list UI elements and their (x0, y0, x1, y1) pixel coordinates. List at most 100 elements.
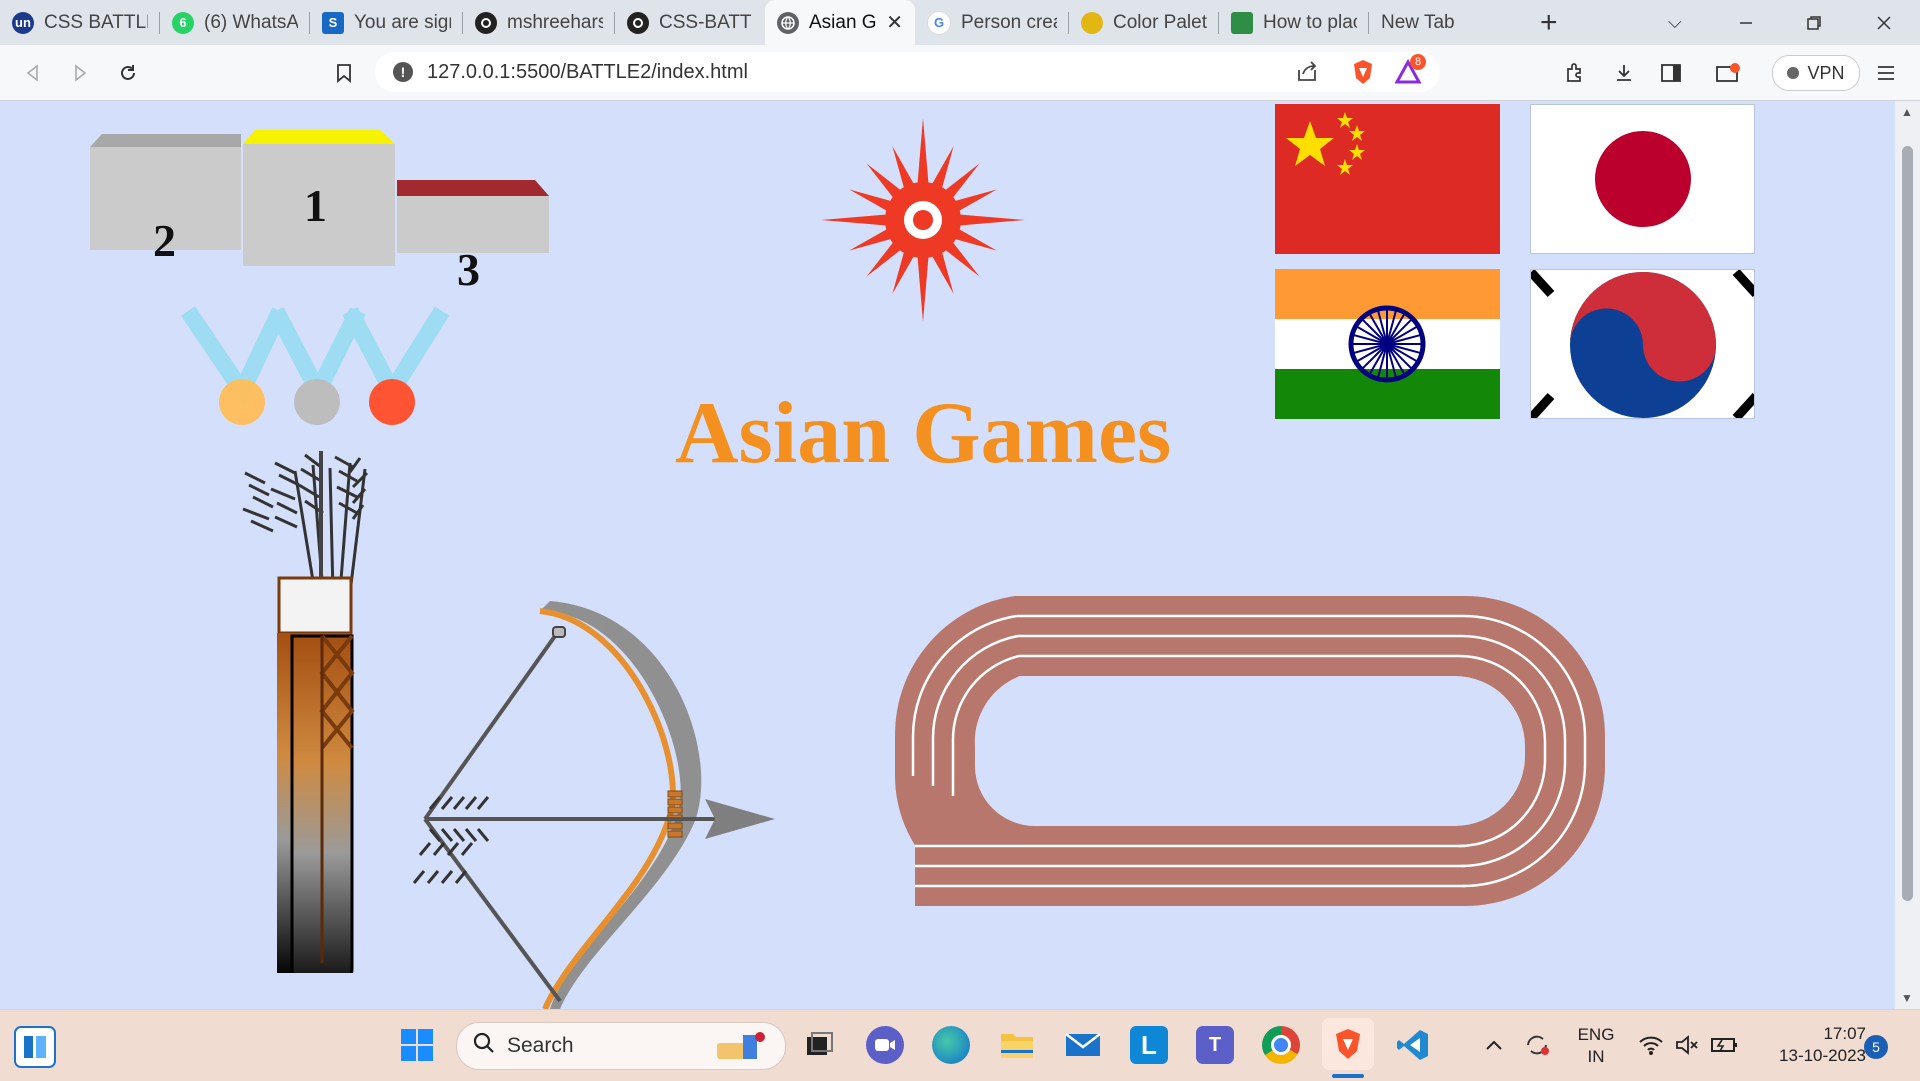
extensions-icon[interactable] (1557, 55, 1593, 91)
tray-overflow-chevron-icon[interactable] (1475, 1026, 1513, 1064)
vpn-status-icon (1787, 67, 1800, 79)
restore-icon[interactable] (1806, 0, 1822, 45)
tab-color-palette[interactable]: Color Palette (1069, 0, 1219, 45)
medals (180, 306, 450, 425)
share-icon[interactable] (1295, 60, 1319, 89)
india-flag (1275, 269, 1500, 419)
windows-taskbar: Search L T ENG IN 17:07 13-10-2023 5 (0, 1009, 1920, 1081)
tab-search-chevron-icon[interactable]: ⌵ (1668, 0, 1682, 45)
active-app-indicator (1332, 1074, 1364, 1078)
language-indicator[interactable]: ENG IN (1574, 1024, 1618, 1068)
tab-title: (6) WhatsApp (204, 11, 298, 33)
clock[interactable]: 17:07 13-10-2023 (1756, 1023, 1866, 1067)
clock-date: 13-10-2023 (1779, 1046, 1866, 1065)
unstop-icon: un (12, 11, 34, 34)
task-view-icon[interactable] (800, 1026, 838, 1064)
bronze-medal-icon (369, 379, 415, 425)
back-icon[interactable] (15, 55, 51, 91)
china-flag (1275, 104, 1500, 254)
close-tab-icon[interactable]: ✕ (886, 10, 903, 35)
page-title: Asian Games (675, 385, 1172, 482)
tab-title: Asian G (809, 11, 877, 33)
tab-whatsapp[interactable]: 6 (6) WhatsApp (160, 0, 310, 45)
bookmark-icon[interactable] (326, 55, 362, 91)
l-app-icon[interactable]: L (1130, 1026, 1168, 1064)
palette-icon (1081, 11, 1103, 34)
brave-taskbar-icon[interactable] (1322, 1018, 1374, 1070)
tab-strip: un CSS BATTLE 6 (6) WhatsApp S You are s… (0, 0, 1920, 45)
gold-medal-icon (219, 379, 265, 425)
search-placeholder: Search (507, 1034, 574, 1057)
tab-title: How to plac (1263, 11, 1357, 33)
notification-badge[interactable]: 5 (1864, 1035, 1888, 1059)
widgets-icon[interactable] (14, 1026, 56, 1068)
url-text[interactable]: 127.0.0.1:5500/BATTLE2/index.html (427, 61, 748, 84)
start-icon[interactable] (398, 1026, 436, 1064)
clock-time: 17:07 (1823, 1024, 1866, 1043)
taskbar-search[interactable]: Search (456, 1022, 786, 1070)
mail-icon[interactable] (1064, 1026, 1102, 1064)
tab-github-repo[interactable]: CSS-BATTLE (615, 0, 765, 45)
korea-flag (1530, 269, 1755, 419)
running-track-icon (895, 596, 1605, 906)
podium-third-label: 3 (457, 244, 480, 295)
wifi-icon[interactable] (1632, 1026, 1670, 1064)
new-tab-button[interactable]: + (1540, 0, 1558, 45)
quiver-icon (242, 451, 369, 973)
chrome-icon[interactable] (1262, 1026, 1300, 1064)
tab-person-create[interactable]: G Person creat (915, 0, 1069, 45)
s-icon: S (322, 11, 344, 34)
tab-asian-games[interactable]: Asian G ✕ (765, 0, 915, 45)
scroll-up-icon[interactable]: ▲ (1901, 105, 1913, 119)
region-code: IN (1587, 1047, 1605, 1066)
podium-second-label: 2 (153, 215, 176, 266)
gfg-icon (1231, 11, 1253, 34)
reload-icon[interactable] (110, 55, 146, 91)
tab-new-tab[interactable]: New Tab (1369, 0, 1519, 45)
tab-title: Person creat (961, 11, 1057, 33)
tab-github-profile[interactable]: mshreeharsh (463, 0, 615, 45)
rewards-badge: 8 (1410, 54, 1426, 70)
teams-icon[interactable]: T (1196, 1026, 1234, 1064)
forward-icon[interactable] (62, 55, 98, 91)
tab-signed[interactable]: S You are signed (310, 0, 463, 45)
scroll-down-icon[interactable]: ▼ (1901, 991, 1913, 1005)
github-icon (627, 11, 649, 34)
sidebar-icon[interactable] (1653, 55, 1689, 91)
bow-and-arrow-icon (412, 601, 775, 1009)
tab-how-to-place[interactable]: How to plac (1219, 0, 1369, 45)
github-icon (475, 11, 497, 34)
page-scrollbar[interactable]: ▲ ▼ (1895, 101, 1920, 1009)
vpn-button[interactable]: VPN (1772, 55, 1860, 91)
download-icon[interactable] (1606, 55, 1642, 91)
battery-icon[interactable] (1706, 1026, 1744, 1064)
tab-title: Color Palette (1113, 11, 1207, 33)
tab-title: mshreeharsh (507, 11, 603, 33)
globe-icon (777, 11, 799, 34)
japan-flag (1530, 104, 1755, 254)
tab-title: You are signed (354, 11, 451, 33)
podium-first-label: 1 (304, 180, 327, 231)
google-icon: G (927, 10, 951, 35)
page-canvas: 2 1 3 Asian Games (0, 101, 1895, 1009)
menu-icon[interactable] (1868, 55, 1904, 91)
sync-icon[interactable] (1518, 1026, 1556, 1064)
tab-css-battle[interactable]: un CSS BATTLE (0, 0, 160, 45)
file-explorer-icon[interactable] (998, 1026, 1036, 1064)
url-bar[interactable]: ! 127.0.0.1:5500/BATTLE2/index.html 8 (375, 52, 1440, 92)
close-window-icon[interactable] (1876, 0, 1892, 45)
volume-muted-icon[interactable] (1668, 1026, 1706, 1064)
search-icon (473, 1032, 495, 1060)
scroll-thumb[interactable] (1902, 146, 1913, 901)
whatsapp-icon: 6 (172, 11, 194, 34)
tab-title: CSS-BATTLE (659, 11, 753, 33)
sun-emblem-icon (821, 118, 1025, 322)
edge-icon[interactable] (932, 1026, 970, 1064)
minimize-icon[interactable] (1738, 0, 1754, 45)
wallet-icon[interactable] (1710, 55, 1746, 91)
brave-shield-icon[interactable] (1350, 58, 1376, 91)
silver-medal-icon (294, 379, 340, 425)
teams-chat-icon[interactable] (866, 1026, 904, 1064)
vscode-icon[interactable] (1394, 1026, 1432, 1064)
site-info-icon[interactable]: ! (393, 62, 413, 82)
